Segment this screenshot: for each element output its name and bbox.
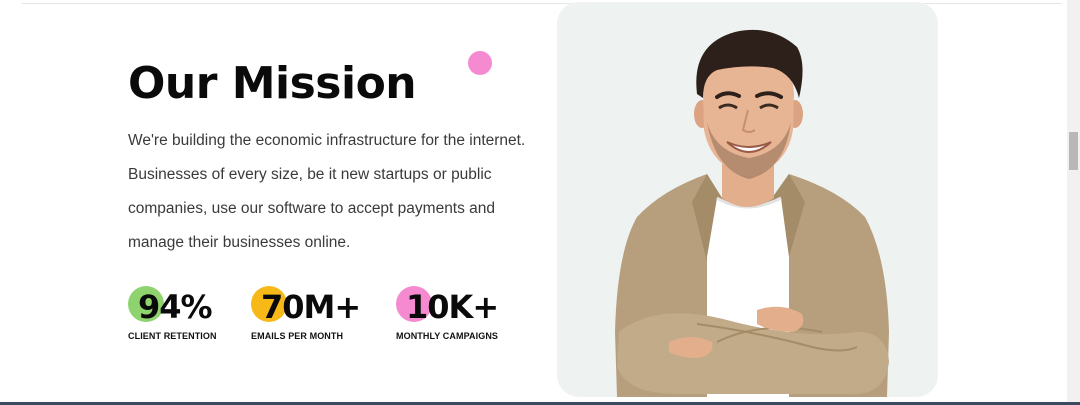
- person-photo: [615, 29, 889, 397]
- section-title: Our Mission: [128, 58, 417, 109]
- stat-label: CLIENT RETENTION: [128, 331, 217, 341]
- stat-value: 10K+: [406, 288, 499, 326]
- mission-photo-card: [557, 2, 938, 397]
- scrollbar-thumb[interactable]: [1069, 132, 1078, 170]
- stat-emails-per-month: 70M+ EMAILS PER MONTH: [251, 286, 361, 341]
- stat-monthly-campaigns: 10K+ MONTHLY CAMPAIGNS: [396, 286, 499, 341]
- stat-client-retention: 94% CLIENT RETENTION: [128, 286, 217, 341]
- page-scrollbar[interactable]: [1067, 0, 1080, 402]
- mission-description: We're building the economic infrastructu…: [128, 132, 526, 251]
- stat-value: 70M+: [261, 288, 361, 326]
- decorative-dot: [468, 51, 492, 75]
- stat-value: 94%: [138, 288, 213, 326]
- stat-label: MONTHLY CAMPAIGNS: [396, 331, 499, 341]
- stat-label: EMAILS PER MONTH: [251, 331, 344, 341]
